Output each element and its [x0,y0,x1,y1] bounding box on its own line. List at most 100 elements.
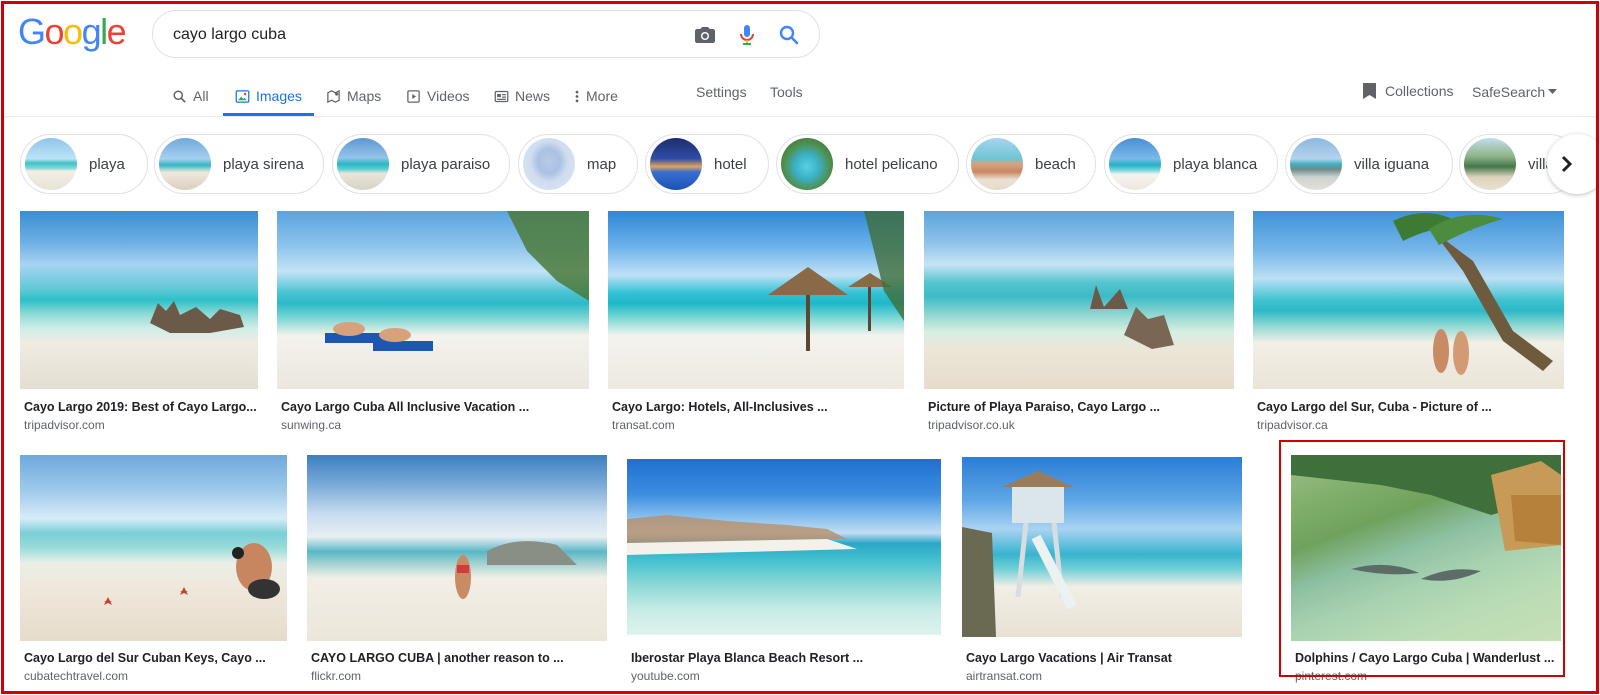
chevron-right-icon [1561,155,1573,173]
caret-down-icon [1548,89,1558,94]
chip-playa[interactable]: playa [20,134,148,194]
result-source: tripadvisor.com [24,418,105,432]
result-thumbnail [307,455,607,641]
map-icon [327,89,340,103]
chip-label: playa [89,155,125,173]
collections-link[interactable]: Collections [1362,82,1453,100]
image-icon [235,89,250,103]
result-title: Cayo Largo 2019: Best of Cayo Largo... [24,400,257,414]
chip-thumbnail [650,138,702,190]
chip-playa-sirena[interactable]: playa sirena [154,134,324,194]
tab-videos[interactable]: Videos [406,76,470,116]
tab-images[interactable]: Images [223,76,314,116]
tab-label: News [515,88,551,104]
chip-thumbnail [1464,138,1516,190]
google-logo[interactable]: Google [18,11,127,52]
result-title: Cayo Largo del Sur Cuban Keys, Cayo ... [24,651,266,665]
image-result[interactable]: Picture of Playa Paraiso, Cayo Largo ...… [924,211,1234,441]
camera-icon[interactable] [693,23,717,47]
lifeguard-tower-shape [962,471,1077,637]
header-divider [4,116,1596,117]
logo-letter: g [81,11,102,52]
result-thumbnail [924,211,1234,389]
result-thumbnail [1253,211,1564,389]
news-icon [494,90,509,102]
palapa-umbrella-shape [768,211,904,351]
chip-label: playa sirena [223,155,304,173]
chip-villa-iguana[interactable]: villa iguana [1285,134,1453,194]
tools-link[interactable]: Tools [770,84,803,100]
image-result[interactable]: CAYO LARGO CUBA | another reason to ... … [307,455,607,685]
chip-hotel-pelicano[interactable]: hotel pelicano [776,134,959,194]
palm-tree-shape [1393,213,1553,375]
search-input[interactable] [173,24,653,46]
safesearch-dropdown[interactable]: SafeSearch [1472,84,1558,100]
selected-result-highlight [1279,440,1565,677]
chip-thumbnail [523,138,575,190]
chip-thumbnail [25,138,77,190]
result-title: Iberostar Playa Blanca Beach Resort ... [631,651,864,665]
chip-label: playa blanca [1173,155,1258,173]
image-result[interactable]: Cayo Largo: Hotels, All-Inclusives ... t… [608,211,904,441]
tab-maps[interactable]: Maps [326,76,381,116]
result-thumbnail [608,211,904,389]
driftwood-shape [150,301,244,333]
logo-letter: o [63,11,83,52]
result-title: Picture of Playa Paraiso, Cayo Largo ... [928,400,1161,414]
image-result[interactable]: Cayo Largo del Sur Cuban Keys, Cayo ... … [20,455,287,685]
chip-thumbnail [159,138,211,190]
tab-label: Maps [347,88,382,104]
tab-all[interactable]: All [172,76,209,116]
collections-label: Collections [1385,83,1454,99]
image-result[interactable]: Iberostar Playa Blanca Beach Resort ... … [627,459,941,689]
result-source: tripadvisor.ca [1257,418,1328,432]
image-result[interactable]: Cayo Largo Cuba All Inclusive Vacation .… [277,211,589,441]
result-source: youtube.com [631,669,700,683]
chip-playa-blanca[interactable]: playa blanca [1104,134,1278,194]
chip-playa-paraiso[interactable]: playa paraiso [332,134,510,194]
result-title: CAYO LARGO CUBA | another reason to ... [311,651,564,665]
chip-map[interactable]: map [518,134,638,194]
chip-label: villa iguana [1354,155,1430,173]
screenshot-frame: Google All Images Maps Videos [1,1,1599,694]
chip-label: hotel pelicano [845,155,938,173]
chip-thumbnail [1290,138,1342,190]
logo-letter: e [106,11,127,52]
result-thumbnail [20,211,258,389]
search-icon [173,89,186,103]
image-result[interactable]: Cayo Largo 2019: Best of Cayo Largo... t… [20,211,258,441]
bookmark-icon [1363,83,1376,99]
image-result[interactable]: Cayo Largo del Sur, Cuba - Picture of ..… [1253,211,1564,441]
tab-label: Images [256,88,302,104]
result-source: sunwing.ca [281,418,342,432]
resort-shoreline-shape [627,515,857,555]
chip-hotel[interactable]: hotel [645,134,769,194]
chip-label: beach [1035,155,1076,173]
search-icon[interactable] [777,23,801,47]
result-source: cubatechtravel.com [24,669,129,683]
tab-news[interactable]: News [494,76,550,116]
chip-label: map [587,155,617,173]
chip-thumbnail [1109,138,1161,190]
result-thumbnail [962,457,1242,637]
result-source: flickr.com [311,669,362,683]
chip-thumbnail [337,138,389,190]
video-icon [407,89,420,103]
chip-beach[interactable]: beach [966,134,1096,194]
safesearch-label: SafeSearch [1472,84,1546,100]
tab-label: Videos [427,88,470,104]
tab-more[interactable]: More [574,76,618,116]
chip-thumbnail [781,138,833,190]
microphone-icon[interactable] [735,23,759,47]
settings-link[interactable]: Settings [696,84,747,100]
tab-label: More [586,88,618,104]
result-source: tripadvisor.co.uk [928,418,1015,432]
image-result[interactable]: Cayo Largo Vacations | Air Transat airtr… [962,457,1242,687]
tab-label: All [193,88,209,104]
chip-scroll-right-button[interactable] [1547,134,1596,194]
more-dots-icon [575,90,579,102]
result-source: transat.com [612,418,675,432]
result-title: Cayo Largo Vacations | Air Transat [966,651,1172,665]
logo-letter: G [18,11,46,52]
driftwood-shape [1090,285,1174,349]
